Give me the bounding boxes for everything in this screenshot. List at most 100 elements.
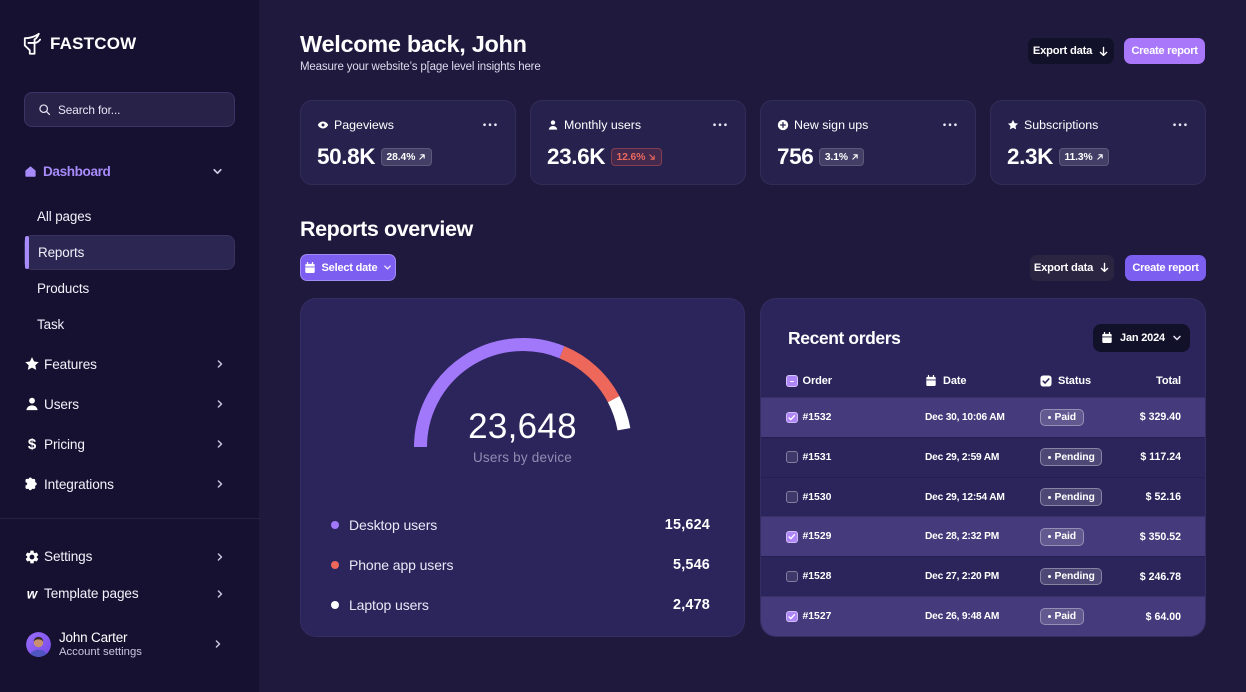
- column-label-date: Date: [943, 375, 966, 387]
- column-label-order: Order: [803, 375, 832, 387]
- sidebar-item[interactable]: Integrations: [24, 464, 236, 504]
- page-title: Welcome back, John: [300, 31, 527, 58]
- export-data-button[interactable]: Export data: [1028, 38, 1114, 64]
- sidebar-subitem[interactable]: Reports: [24, 235, 235, 270]
- arrow-down-icon: [1098, 46, 1109, 57]
- stat-card: Subscriptions 2.3K 11.3%: [990, 100, 1206, 185]
- sidebar-item-label: Template pages: [44, 586, 139, 601]
- status-cell: Pending: [1040, 488, 1125, 506]
- sidebar-subitem[interactable]: All pages: [24, 198, 235, 234]
- stat-card-header: New sign ups: [777, 118, 957, 132]
- sidebar-subitem-label: All pages: [37, 209, 91, 224]
- select-all-checkbox[interactable]: [786, 375, 798, 387]
- sidebar-subitem[interactable]: Products: [24, 270, 235, 306]
- chevron-down-icon: [212, 166, 223, 177]
- row-checkbox[interactable]: [786, 531, 798, 543]
- table-row[interactable]: #1531 Dec 29, 2:59 AM Pending $ 117.24: [761, 437, 1205, 477]
- sidebar-item[interactable]: $ Pricing: [24, 424, 236, 464]
- recent-orders-header: Recent orders Jan 2024: [761, 299, 1205, 365]
- sidebar-item[interactable]: Users: [24, 384, 236, 424]
- row-checkbox[interactable]: [786, 451, 798, 463]
- svg-text:$: $: [28, 436, 37, 452]
- users-by-device-card: 23,648 Users by device Desktop users 15,…: [300, 298, 745, 637]
- calendar-icon: [925, 375, 937, 387]
- stat-label: Pageviews: [334, 118, 394, 132]
- order-cell: #1527: [786, 611, 925, 623]
- date-cell: Dec 26, 9:48 AM: [925, 611, 1040, 622]
- home-icon: [24, 165, 37, 178]
- export-data-label: Export data: [1033, 45, 1092, 57]
- sidebar-item[interactable]: Settings: [24, 538, 236, 575]
- sidebar-subitem[interactable]: Task: [24, 306, 235, 342]
- ellipsis-icon[interactable]: [713, 123, 727, 127]
- sidebar-item-dashboard[interactable]: Dashboard: [24, 158, 235, 184]
- section-title: Reports overview: [300, 217, 473, 242]
- table-row[interactable]: #1532 Dec 30, 10:06 AM Paid $ 329.40: [761, 397, 1205, 437]
- legend-dot: [331, 601, 340, 610]
- status-cell: Pending: [1040, 568, 1125, 586]
- total-cell: $ 52.16: [1125, 491, 1181, 503]
- header-actions: Export data Create report: [1028, 38, 1205, 64]
- total-cell: $ 64.00: [1125, 611, 1181, 623]
- account-settings[interactable]: John Carter Account settings: [26, 630, 236, 658]
- row-checkbox[interactable]: [786, 571, 798, 583]
- check-icon: [787, 532, 797, 542]
- arrow-up-right-icon: [851, 153, 859, 161]
- table-row[interactable]: #1527 Dec 26, 9:48 AM Paid $ 64.00: [761, 596, 1205, 636]
- arrow-down-right-icon: [648, 153, 656, 161]
- webflow-icon: w: [24, 586, 40, 602]
- row-checkbox[interactable]: [786, 611, 798, 623]
- date-cell: Dec 27, 2:20 PM: [925, 571, 1040, 582]
- table-row[interactable]: #1529 Dec 28, 2:32 PM Paid $ 350.52: [761, 516, 1205, 556]
- stat-card: Pageviews 50.8K 28.4%: [300, 100, 516, 185]
- gauge-legend: Desktop users 15,624 Phone app users 5,5…: [331, 505, 711, 625]
- chevron-down-icon: [383, 263, 392, 272]
- gauge-caption: Users by device: [301, 450, 744, 465]
- create-report-button[interactable]: Create report: [1124, 38, 1205, 64]
- chevron-right-icon: [215, 359, 225, 369]
- user-subtitle: Account settings: [59, 646, 142, 658]
- legend-item: Laptop users 2,478: [331, 585, 711, 625]
- table-row[interactable]: #1530 Dec 29, 12:54 AM Pending $ 52.16: [761, 477, 1205, 517]
- order-id: #1532: [803, 412, 832, 423]
- row-checkbox[interactable]: [786, 491, 798, 503]
- eye-icon: [317, 119, 329, 131]
- search-icon: [38, 103, 51, 116]
- period-select-button[interactable]: Jan 2024: [1093, 324, 1190, 352]
- ellipsis-icon[interactable]: [943, 123, 957, 127]
- export-data-label: Export data: [1034, 262, 1093, 274]
- stat-card: New sign ups 756 3.1%: [760, 100, 976, 185]
- search-input[interactable]: Search for...: [24, 92, 235, 127]
- order-cell: #1529: [786, 531, 925, 543]
- stat-delta-badge: 3.1%: [819, 148, 864, 166]
- sidebar-item-label: Users: [44, 397, 79, 412]
- order-id: #1531: [803, 452, 832, 463]
- stat-value-row: 50.8K 28.4%: [317, 144, 497, 170]
- table-row[interactable]: #1528 Dec 27, 2:20 PM Pending $ 246.78: [761, 556, 1205, 596]
- status-cell: Pending: [1040, 448, 1125, 466]
- total-cell: $ 246.78: [1125, 571, 1181, 583]
- sidebar-item[interactable]: Features: [24, 344, 236, 384]
- chevron-right-icon: [215, 552, 225, 562]
- order-id: #1530: [803, 492, 832, 503]
- order-id: #1527: [803, 611, 832, 622]
- status-badge: Pending: [1040, 568, 1102, 586]
- row-checkbox[interactable]: [786, 412, 798, 424]
- stat-label: New sign ups: [794, 118, 868, 132]
- select-date-button[interactable]: Select date: [300, 254, 396, 281]
- status-badge: Paid: [1040, 608, 1084, 626]
- ellipsis-icon[interactable]: [483, 123, 497, 127]
- create-report-button[interactable]: Create report: [1125, 255, 1206, 281]
- chevron-right-icon: [215, 399, 225, 409]
- stat-value: 50.8K: [317, 144, 375, 170]
- sidebar-item[interactable]: w Template pages: [24, 575, 236, 612]
- star-icon: [24, 356, 40, 372]
- export-data-button[interactable]: Export data: [1030, 255, 1114, 281]
- ellipsis-icon[interactable]: [1173, 123, 1187, 127]
- dashboard-sub-list: All pages Reports Products Task: [24, 198, 235, 342]
- arrow-down-icon: [1099, 262, 1110, 273]
- report-cards: 23,648 Users by device Desktop users 15,…: [300, 298, 1206, 637]
- orders-header-status: Status: [1040, 375, 1125, 387]
- legend-value: 15,624: [665, 517, 710, 533]
- user-icon: [547, 119, 559, 131]
